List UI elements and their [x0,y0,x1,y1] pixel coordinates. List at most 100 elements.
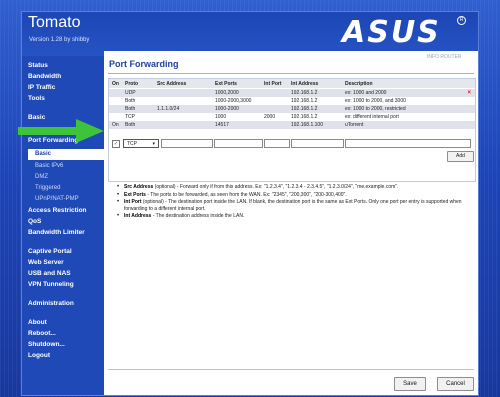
cell-int-addr: 192.168.1.2 [291,98,318,104]
note-term: Int Port [124,199,142,205]
sidebar-item-tools[interactable]: Tools [28,95,45,102]
sidebar-item-ip-traffic[interactable]: IP Traffic [28,84,55,91]
cell-proto: UDP [125,90,136,96]
cell-src: 1.1.1.0/24 [157,106,180,112]
cell-desc: ex: 1000 to 2000, and 3000 [345,98,406,104]
int-port-input[interactable] [264,139,290,148]
table-header: On Proto Src Address Ext Ports Int Port … [109,79,475,88]
cancel-button[interactable]: Cancel [437,377,474,391]
cell-ext: 1000-2000,3000 [215,98,252,104]
description-input[interactable] [345,139,471,148]
cell-desc: ex: 1000 to 2000, restricted [345,106,406,112]
sidebar-item-access-restriction[interactable]: Access Restriction [28,207,87,214]
sidebar-item-reboot[interactable]: Reboot... [28,330,56,337]
protocol-select[interactable]: TCP ▾ [123,139,159,148]
note-detail: (optional) - The destination port inside… [124,199,462,212]
footer-divider [108,369,474,370]
col-description: Description [345,81,373,87]
table-row[interactable]: TCP 1000 2000 192.168.1.2 ex: different … [109,113,475,121]
sidebar-item-administration[interactable]: Administration [28,300,74,307]
note-term: Ext Ports [124,191,146,198]
sidebar-item-status[interactable]: Status [28,62,48,69]
bullet-icon: • [117,213,120,219]
sidebar-item-shutdown[interactable]: Shutdown... [28,341,65,348]
note-int-port: • Int Port (optional) - The destination … [117,199,473,212]
table-row[interactable]: On Both 14517 192.168.1.100 uTorrent [109,121,475,129]
cell-int-addr: 192.168.1.2 [291,90,318,96]
src-address-input[interactable] [161,139,213,148]
sidebar-item-usb-nas[interactable]: USB and NAS [28,270,71,277]
cell-ext: 1000-2000 [215,106,239,112]
note-ext-ports: • Ext Ports - The ports to be forwarded,… [117,192,473,199]
cell-ext: 1000 [215,114,227,120]
ext-ports-input[interactable] [214,139,263,148]
sidebar-subitem-upnp[interactable]: UPnP/NAT-PMP [35,196,79,202]
col-on: On [112,81,119,87]
page-title: Port Forwarding [109,59,179,69]
table-row[interactable]: UDP 1000,2000 192.168.1.2 ex: 1000 and 2… [109,89,475,97]
cell-desc: ex: different internal port [345,114,399,120]
cell-ext: 14517 [215,122,229,128]
bullet-icon: • [117,199,120,205]
help-notes: • Src Address (optional) - Forward only … [117,184,473,221]
table-row[interactable]: Both 1000-2000,3000 192.168.1.2 ex: 1000… [109,97,475,105]
cell-proto: Both [125,106,136,112]
bullet-icon: • [117,184,120,190]
col-ext-ports: Ext Ports [215,81,237,87]
cell-proto: Both [125,98,136,104]
cell-int-port: 2000 [264,114,276,120]
cell-proto: Both [125,122,136,128]
cell-int-addr: 192.168.1.100 [291,122,323,128]
chevron-down-icon: ▾ [152,141,155,147]
port-forward-table: On Proto Src Address Ext Ports Int Port … [108,78,476,182]
note-detail: - The ports to be forwarded, as seen fro… [145,191,347,198]
note-detail: (optional) - Forward only if from this a… [153,184,399,190]
cell-ext: 1000,2000 [215,90,239,96]
main-content: INFO ROUTER Port Forwarding On Proto Src… [104,51,478,395]
app-title: Tomato [28,14,81,31]
title-divider [108,73,474,74]
cell-proto: TCP [125,114,135,120]
sidebar-item-captive-portal[interactable]: Captive Portal [28,248,72,255]
sidebar-item-bandwidth-limiter[interactable]: Bandwidth Limiter [28,229,85,236]
sidebar-subitem-basic-label: Basic [35,151,52,157]
sidebar-item-qos[interactable]: QoS [28,218,41,225]
note-src-address: • Src Address (optional) - Forward only … [117,184,473,191]
int-address-input[interactable] [291,139,344,148]
cell-on: On [112,122,119,128]
sidebar-subitem-basic-ipv6[interactable]: Basic IPv6 [35,163,63,169]
col-int-port: Int Port [264,81,282,87]
save-button[interactable]: Save [394,377,426,391]
delete-icon[interactable]: × [467,90,471,96]
note-int-address: • Int Address - The destination address … [117,213,473,220]
asus-logo: ASUS [342,15,441,50]
sidebar-item-web-server[interactable]: Web Server [28,259,64,266]
col-src-address: Src Address [157,81,187,87]
green-arrow-icon [18,119,104,143]
note-term: Src Address [124,184,154,190]
sidebar-item-about[interactable]: About [28,319,47,326]
note-term: Int Address [124,213,152,219]
sidebar: Status Bandwidth IP Traffic Tools Basic … [22,56,128,395]
bullet-icon: • [117,191,120,198]
sidebar-subitem-dmz[interactable]: DMZ [35,174,48,180]
col-int-address: Int Address [291,81,319,87]
sidebar-item-logout[interactable]: Logout [28,352,50,359]
cell-desc: uTorrent [345,122,364,128]
add-button[interactable]: Add [447,151,474,162]
sidebar-subitem-triggered[interactable]: Triggered [35,185,60,191]
table-row[interactable]: Both 1.1.1.0/24 1000-2000 192.168.1.2 ex… [109,105,475,113]
registered-mark-icon: R [457,16,466,25]
header: Tomato Version 1.28 by shibby ASUS R [22,12,478,56]
sidebar-item-vpn[interactable]: VPN Tunneling [28,281,74,288]
enable-checkbox[interactable]: ✓ [112,140,120,148]
app-version: Version 1.28 by shibby [29,37,90,43]
col-proto: Proto [125,81,139,87]
cell-int-addr: 192.168.1.2 [291,114,318,120]
new-entry-row: ✓ TCP ▾ [109,139,475,149]
note-detail: - The destination address inside the LAN… [151,213,245,219]
sidebar-item-bandwidth[interactable]: Bandwidth [28,73,61,80]
cell-desc: ex: 1000 and 2000 [345,90,387,96]
cell-int-addr: 192.168.1.2 [291,106,318,112]
router-info-link[interactable]: INFO ROUTER [427,54,461,60]
